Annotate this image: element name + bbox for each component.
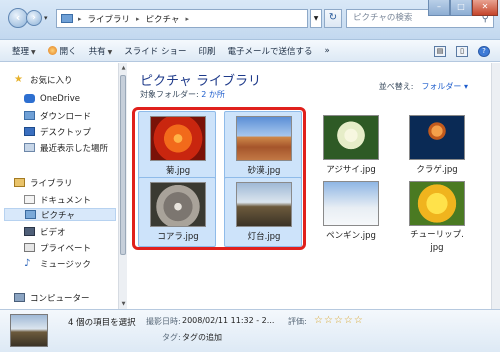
- locations-link[interactable]: 2 か所: [201, 90, 225, 99]
- sidebar-item-documents[interactable]: ドキュメント: [24, 193, 91, 206]
- scroll-up-icon[interactable]: ▲: [119, 65, 128, 71]
- selection-highlight: [132, 107, 306, 250]
- breadcrumb-pictures[interactable]: ピクチャ: [146, 13, 180, 25]
- pictures-icon: [25, 210, 36, 219]
- file-item-hydrangea[interactable]: アジサイ.jpg: [312, 111, 390, 181]
- jellyfish-thumbnail: [409, 115, 465, 160]
- close-button[interactable]: ✕: [472, 0, 498, 16]
- content-scrollbar[interactable]: [491, 63, 500, 309]
- sidebar-item-private[interactable]: プライベート: [24, 241, 91, 254]
- recent-pages-dropdown[interactable]: ▾: [44, 14, 48, 22]
- sidebar-item-videos[interactable]: ビデオ: [24, 225, 66, 238]
- selection-count: 4 個の項目を選択: [68, 318, 136, 328]
- organize-button[interactable]: 整理 ▼: [12, 45, 36, 57]
- hydrangea-thumbnail: [323, 115, 379, 160]
- arrange-by: 並べ替え: フォルダー ▾: [378, 82, 468, 91]
- sidebar-item-recent[interactable]: 最近表示した場所: [24, 141, 108, 154]
- star-icon[interactable]: ☆: [314, 315, 324, 326]
- desktop-icon: [24, 127, 35, 136]
- more-commands-button[interactable]: »: [325, 46, 330, 56]
- date-taken-label: 撮影日時:: [146, 317, 181, 326]
- chevron-down-icon: ▼: [107, 48, 113, 56]
- music-note-icon: ♪: [24, 258, 31, 269]
- sidebar-scroll-thumb[interactable]: [120, 75, 126, 255]
- download-folder-icon: [24, 111, 35, 120]
- forward-button[interactable]: ›: [26, 10, 42, 26]
- view-options-icon[interactable]: ▤: [434, 45, 446, 57]
- video-icon: [24, 227, 35, 236]
- tulips-thumbnail: [409, 181, 465, 226]
- cloud-icon: [24, 94, 35, 103]
- rating-stars[interactable]: ☆☆☆☆☆: [314, 315, 364, 326]
- content-pane: ピクチャ ライブラリ 対象フォルダー: 2 か所 並べ替え: フォルダー ▾ 菊.…: [128, 63, 500, 309]
- open-icon: [47, 45, 57, 55]
- preview-pane-icon[interactable]: ▯: [456, 45, 468, 57]
- sidebar-item-downloads[interactable]: ダウンロード: [24, 109, 91, 122]
- date-taken-value[interactable]: 2008/02/11 11:32 - 2...: [182, 316, 274, 325]
- sidebar-item-music[interactable]: ♪ ミュージック: [24, 257, 91, 270]
- sidebar-item-pictures[interactable]: ピクチャ: [4, 208, 116, 221]
- star-icon: ★: [14, 74, 23, 85]
- library-title: ピクチャ ライブラリ: [140, 74, 262, 89]
- file-item-jellyfish[interactable]: クラゲ.jpg: [398, 111, 476, 181]
- scroll-down-icon[interactable]: ▼: [119, 301, 128, 307]
- library-icon: [14, 178, 25, 187]
- navigation-pane: ★ お気に入り OneDrive ダウンロード デスクトップ 最近表示した場所 …: [0, 63, 118, 309]
- computer-icon: [14, 293, 25, 302]
- penguins-thumbnail: [323, 181, 379, 226]
- star-icon[interactable]: ☆: [354, 315, 364, 326]
- slideshow-button[interactable]: スライド ショー: [124, 45, 186, 57]
- minimize-button[interactable]: –: [428, 0, 450, 16]
- star-icon[interactable]: ☆: [344, 315, 354, 326]
- share-button[interactable]: 共有 ▼: [89, 45, 113, 57]
- sidebar-item-favorites[interactable]: ★ お気に入り: [14, 73, 73, 86]
- sidebar-scrollbar[interactable]: ▲ ▼: [118, 63, 127, 309]
- file-name-line2: jpg: [430, 243, 444, 253]
- file-name-line1: チューリップ.: [410, 230, 464, 240]
- folder-icon: [61, 14, 73, 23]
- title-bar: ‹ › ▾ ▸ ライブラリ ▸ ピクチャ ▸ ▼ ↻ ピクチャの検索 ⚲ – □…: [0, 0, 500, 40]
- arrange-by-dropdown[interactable]: フォルダー ▾: [421, 82, 468, 91]
- recent-places-icon: [24, 143, 35, 152]
- maximize-button[interactable]: □: [450, 0, 472, 16]
- document-icon: [24, 195, 35, 204]
- library-subtitle: 対象フォルダー: 2 か所: [140, 90, 225, 99]
- tags-label: タグ:: [162, 333, 181, 342]
- selection-preview-thumbnail: [10, 314, 48, 347]
- back-button[interactable]: ‹: [8, 8, 28, 28]
- help-icon[interactable]: ?: [478, 45, 490, 57]
- search-placeholder: ピクチャの検索: [353, 13, 413, 23]
- refresh-button[interactable]: ↻: [324, 9, 342, 28]
- star-icon[interactable]: ☆: [324, 315, 334, 326]
- address-bar[interactable]: ▸ ライブラリ ▸ ピクチャ ▸: [56, 9, 308, 28]
- private-folder-icon: [24, 243, 35, 252]
- breadcrumb-libraries[interactable]: ライブラリ: [88, 13, 131, 25]
- command-bar: 整理 ▼ 開く 共有 ▼ スライド ショー 印刷 電子メールで送信する » ▤ ▯ …: [0, 40, 500, 62]
- sidebar-item-libraries[interactable]: ライブラリ: [14, 176, 73, 189]
- tags-input[interactable]: タグの追加: [182, 332, 222, 343]
- email-button[interactable]: 電子メールで送信する: [228, 45, 313, 57]
- star-icon[interactable]: ☆: [334, 315, 344, 326]
- sidebar-item-desktop[interactable]: デスクトップ: [24, 125, 91, 138]
- print-button[interactable]: 印刷: [199, 45, 216, 57]
- rating-label: 評価:: [288, 317, 307, 326]
- file-item-tulips[interactable]: チューリップ. jpg: [398, 177, 476, 253]
- sidebar-item-onedrive[interactable]: OneDrive: [24, 92, 80, 105]
- details-pane: 4 個の項目を選択 撮影日時: 2008/02/11 11:32 - 2... …: [0, 309, 500, 352]
- open-button[interactable]: 開く: [47, 45, 77, 57]
- file-item-penguins[interactable]: ペンギン.jpg: [312, 177, 390, 247]
- sidebar-item-computer[interactable]: コンピューター: [14, 291, 90, 304]
- chevron-down-icon: ▼: [31, 48, 36, 56]
- address-dropdown-button[interactable]: ▼: [310, 9, 322, 28]
